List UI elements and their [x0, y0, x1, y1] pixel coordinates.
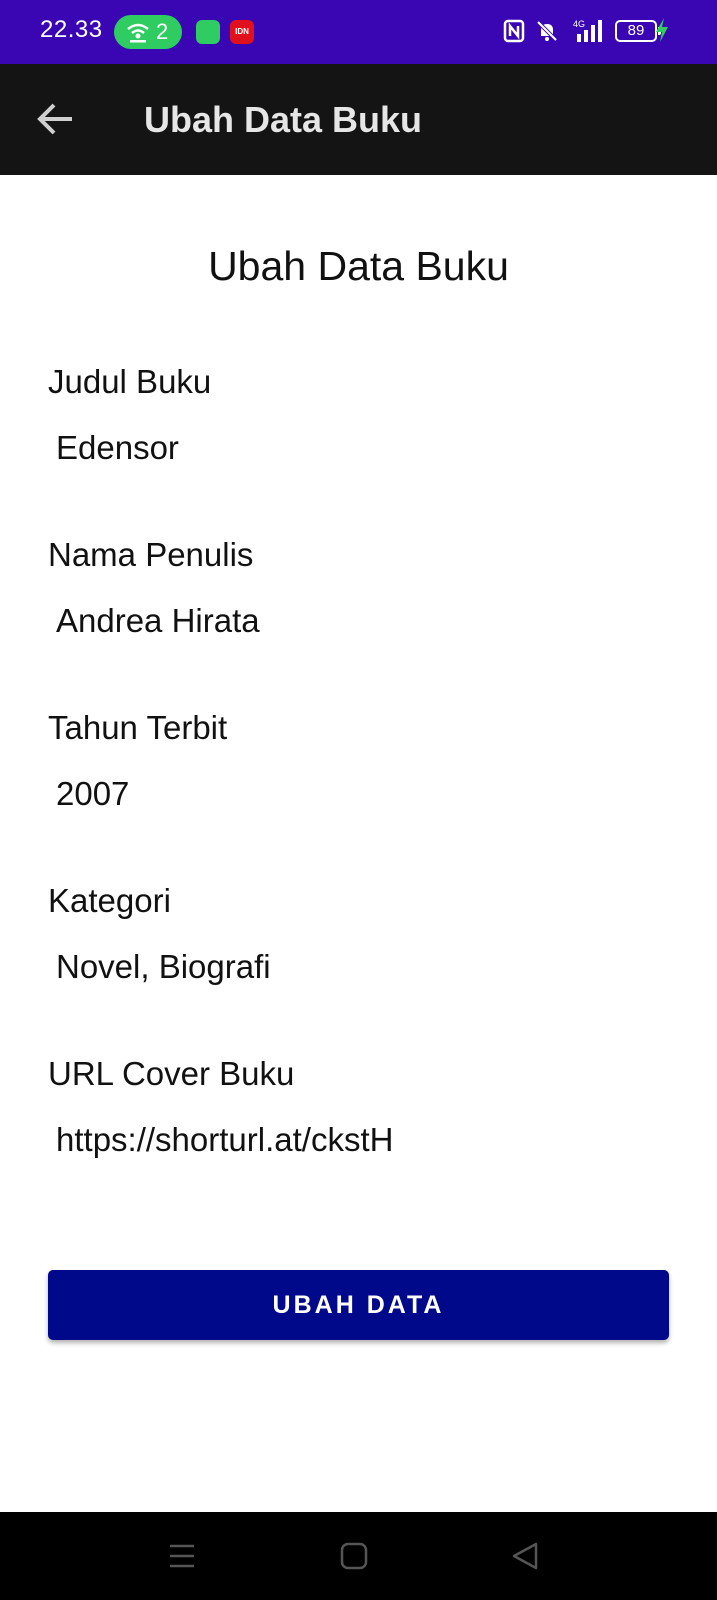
- author-input[interactable]: [48, 593, 668, 649]
- network-type: 4G: [573, 19, 585, 29]
- update-data-button[interactable]: UBAH DATA: [48, 1270, 669, 1340]
- status-right-icons: 4G 89: [503, 18, 661, 44]
- back-button[interactable]: [30, 92, 84, 146]
- arrow-left-icon: [37, 103, 72, 135]
- home-square-icon: [340, 1542, 368, 1570]
- home-button[interactable]: [338, 1540, 370, 1572]
- app-toolbar: Ubah Data Buku: [0, 64, 717, 175]
- year-input[interactable]: [48, 766, 668, 822]
- menu-icon: [170, 1544, 194, 1568]
- cover-url-label: URL Cover Buku: [48, 1055, 295, 1092]
- charging-icon: [656, 18, 668, 42]
- system-nav-bar: [0, 1512, 717, 1600]
- status-bar: 22.33 2 IDN 4G 89: [0, 0, 717, 64]
- title-label: Judul Buku: [48, 363, 212, 400]
- year-label: Tahun Terbit: [48, 709, 228, 746]
- battery-icon: 89: [615, 20, 661, 42]
- hotspot-count: 2: [156, 19, 169, 44]
- title-input[interactable]: [48, 420, 668, 476]
- idn-app-icon: IDN: [230, 20, 254, 44]
- nfc-icon: [503, 19, 525, 43]
- category-label: Kategori: [48, 882, 171, 919]
- notifications-off-icon: [536, 20, 558, 42]
- status-time: 22.33: [40, 16, 103, 43]
- signal-icon: 4G: [573, 19, 602, 42]
- cover-url-input[interactable]: [48, 1112, 668, 1168]
- wifi-hotspot-icon: [127, 23, 149, 43]
- recent-apps-button[interactable]: [166, 1540, 198, 1572]
- page-heading: Ubah Data Buku: [208, 243, 509, 289]
- battery-level: 89: [627, 22, 645, 39]
- back-nav-button[interactable]: [510, 1540, 542, 1572]
- app-notification-icon: [196, 20, 220, 44]
- category-input[interactable]: [48, 939, 668, 995]
- toolbar-title: Ubah Data Buku: [144, 99, 423, 140]
- hotspot-indicator: 2: [114, 15, 182, 49]
- back-triangle-icon: [512, 1542, 538, 1570]
- author-label: Nama Penulis: [48, 536, 254, 573]
